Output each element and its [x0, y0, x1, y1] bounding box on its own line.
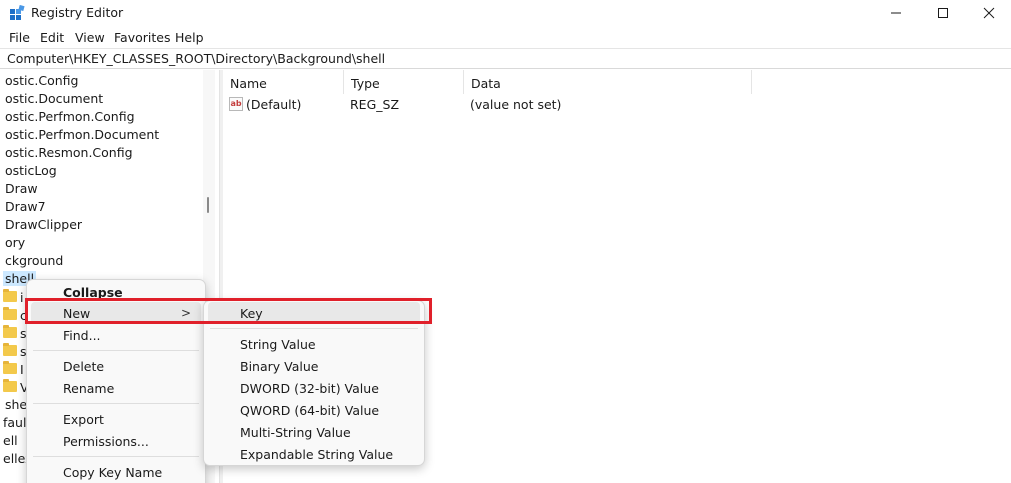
- menu-item-label: String Value: [240, 337, 316, 352]
- column-header-type[interactable]: Type: [344, 70, 464, 94]
- column-header-name[interactable]: Name: [223, 70, 344, 94]
- tree-item-label: ostic.Document: [5, 91, 104, 106]
- menu-item-label: Binary Value: [240, 359, 319, 374]
- menu-view[interactable]: View: [75, 30, 105, 45]
- menu-item-label: Copy Key Name: [63, 465, 163, 480]
- tree-item-label: ostic.Resmon.Config: [5, 145, 133, 160]
- close-button[interactable]: [966, 0, 1011, 27]
- menu-separator: [33, 403, 199, 404]
- menu-help[interactable]: Help: [175, 30, 204, 45]
- close-icon: [983, 7, 995, 19]
- menu-item-label: Permissions...: [63, 434, 149, 449]
- new-expandable-string-value-menu-item[interactable]: Expandable String Value: [208, 443, 420, 465]
- menu-edit[interactable]: Edit: [40, 30, 64, 45]
- column-header-label: Data: [471, 76, 501, 91]
- menu-item-label: Delete: [63, 359, 105, 374]
- menu-bar: File Edit View Favorites Help: [0, 28, 1011, 48]
- menu-separator: [210, 328, 418, 329]
- find-menu-item[interactable]: Find...: [31, 324, 201, 346]
- new-submenu: Key String Value Binary Value DWORD (32-…: [203, 300, 425, 466]
- menu-item-label: Multi-String Value: [240, 425, 351, 440]
- folder-icon: [3, 379, 17, 392]
- registry-editor-app-icon: [10, 5, 25, 20]
- delete-menu-item[interactable]: Delete: [31, 355, 201, 377]
- maximize-icon: [938, 8, 948, 18]
- folder-icon: [3, 343, 17, 356]
- new-binary-value-menu-item[interactable]: Binary Value: [208, 355, 420, 377]
- title-bar: Registry Editor: [0, 0, 1011, 27]
- menu-item-label: Export: [63, 412, 104, 427]
- menu-separator: [33, 350, 199, 351]
- address-path[interactable]: Computer\HKEY_CLASSES_ROOT\Directory\Bac…: [7, 51, 385, 66]
- copy-key-name-menu-item[interactable]: Copy Key Name: [31, 461, 201, 483]
- new-string-value-menu-item[interactable]: String Value: [208, 333, 420, 355]
- tree-item-label: ostic.Perfmon.Document: [5, 127, 160, 142]
- menu-file[interactable]: File: [9, 30, 30, 45]
- folder-icon: [3, 307, 17, 320]
- value-type: REG_SZ: [350, 97, 400, 112]
- minimize-icon: [891, 12, 901, 14]
- tree-item-label: ostic.Perfmon.Config: [5, 109, 135, 124]
- column-header-label: Type: [351, 76, 380, 91]
- tree-item-label: osticLog: [5, 163, 57, 178]
- window-title: Registry Editor: [31, 5, 124, 20]
- folder-icon: [3, 289, 17, 302]
- permissions-menu-item[interactable]: Permissions...: [31, 430, 201, 452]
- value-name: (Default): [246, 97, 302, 112]
- tree-item-label: she: [5, 397, 28, 412]
- menu-item-label: Expandable String Value: [240, 447, 394, 462]
- new-dword-value-menu-item[interactable]: DWORD (32-bit) Value: [208, 377, 420, 399]
- column-header-data[interactable]: Data: [464, 70, 752, 94]
- tree-item-label: I: [20, 362, 24, 377]
- tree-item-label: Draw7: [5, 199, 46, 214]
- menu-item-label: QWORD (64-bit) Value: [240, 403, 380, 418]
- address-bar[interactable]: Computer\HKEY_CLASSES_ROOT\Directory\Bac…: [0, 48, 1011, 69]
- menu-item-label: Rename: [63, 381, 115, 396]
- highlight-annotation-box: [25, 298, 432, 324]
- folder-icon: [3, 325, 17, 338]
- tree-item-label: ckground: [5, 253, 64, 268]
- tree-item-label: ostic.Config: [5, 73, 79, 88]
- value-row[interactable]: ab (Default) REG_SZ (value not set): [223, 96, 1011, 114]
- column-header-label: Name: [230, 76, 267, 91]
- menu-favorites[interactable]: Favorites: [114, 30, 170, 45]
- folder-icon: [3, 361, 17, 374]
- menu-item-label: DWORD (32-bit) Value: [240, 381, 379, 396]
- tree-scrollbar-thumb[interactable]: [207, 197, 209, 213]
- tree-item-label: faul: [3, 415, 27, 430]
- minimize-button[interactable]: [873, 0, 919, 27]
- tree-item-label: ory: [5, 235, 26, 250]
- tree-item-label: ell: [3, 433, 18, 448]
- new-multi-string-value-menu-item[interactable]: Multi-String Value: [208, 421, 420, 443]
- export-menu-item[interactable]: Export: [31, 408, 201, 430]
- menu-item-label: Find...: [63, 328, 101, 343]
- tree-item-label: DrawClipper: [5, 217, 83, 232]
- new-qword-value-menu-item[interactable]: QWORD (64-bit) Value: [208, 399, 420, 421]
- value-data: (value not set): [470, 97, 562, 112]
- maximize-button[interactable]: [920, 0, 966, 27]
- menu-separator: [33, 456, 199, 457]
- rename-menu-item[interactable]: Rename: [31, 377, 201, 399]
- ab-string-icon: ab: [229, 97, 243, 111]
- tree-item-label: i: [20, 290, 24, 305]
- tree-item-label: Draw: [5, 181, 38, 196]
